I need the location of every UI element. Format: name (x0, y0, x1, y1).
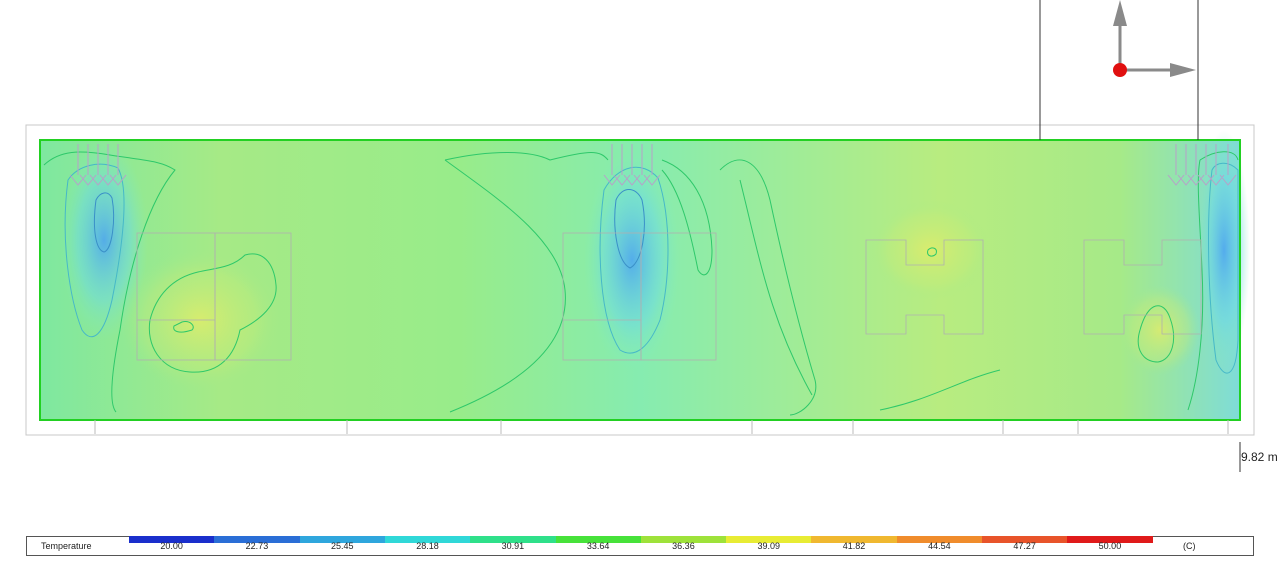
temperature-legend: Temperature 20.00 22.73 25.45 28.18 30.91 33.… (26, 536, 1254, 556)
legend-tick-label: 28.18 (416, 541, 439, 551)
legend-tick-label: 20.00 (160, 541, 183, 551)
legend-tick-label: 44.54 (928, 541, 951, 551)
legend-tick-label: 36.36 (672, 541, 695, 551)
legend-tick-label: 47.27 (1013, 541, 1036, 551)
legend-tick-label: 30.91 (501, 541, 525, 551)
legend-tick-label: 25.45 (330, 541, 354, 551)
axis-up-arrow-icon (1113, 0, 1127, 26)
cfd-viewport[interactable] (0, 0, 1280, 561)
scale-label: 9.82 m (1241, 450, 1278, 464)
legend-tick-label: 50.00 (1098, 541, 1122, 551)
legend-tick-label: 39.09 (757, 541, 781, 551)
legend-tick-label: 22.73 (245, 541, 269, 551)
ruler-ticks (94, 420, 1229, 434)
cool-zone-center (584, 150, 680, 370)
legend-tick-label: 33.64 (586, 541, 610, 551)
warm-zone-right-center (870, 200, 990, 300)
legend-unit: (C) (1183, 541, 1196, 551)
axis-origin-icon (1113, 63, 1127, 77)
axes-icon (1113, 0, 1196, 77)
legend-title: Temperature (41, 541, 92, 551)
axis-right-arrow-icon (1170, 63, 1196, 77)
legend-tick-label: 41.82 (842, 541, 866, 551)
